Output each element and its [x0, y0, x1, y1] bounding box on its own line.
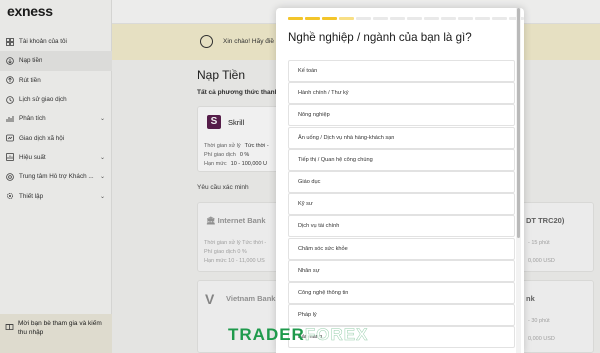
progress-segment — [356, 17, 371, 20]
occupation-modal: Nghề nghiệp / ngành của bạn là gì? Kế to… — [276, 8, 524, 353]
progress-segment — [458, 17, 473, 20]
progress-segment — [339, 17, 354, 20]
progress-segment — [390, 17, 405, 20]
occupation-option[interactable]: Dịch vụ tài chính — [288, 215, 515, 238]
progress-segment — [475, 17, 490, 20]
occupation-option[interactable]: Nhân sự — [288, 259, 515, 282]
modal-scrollbar-thumb[interactable] — [517, 8, 520, 238]
progress-segment — [407, 17, 422, 20]
questionnaire-progress — [288, 17, 524, 20]
occupation-question: Nghề nghiệp / ngành của bạn là gì? — [288, 31, 472, 44]
watermark: TRADERFOREX — [228, 325, 369, 345]
occupation-option[interactable]: Hành chính / Thư ký — [288, 82, 515, 105]
occupation-option[interactable]: Kỹ sư — [288, 193, 515, 216]
progress-segment — [424, 17, 439, 20]
occupation-option[interactable]: Kế toán — [288, 60, 515, 82]
progress-segment — [492, 17, 507, 20]
occupation-option[interactable]: Giáo dục — [288, 170, 515, 193]
progress-segment — [305, 17, 320, 20]
progress-segment — [441, 17, 456, 20]
occupation-option[interactable]: Công nghệ thông tin — [288, 281, 515, 304]
occupation-option[interactable]: Pháp lý — [288, 304, 515, 327]
occupation-option[interactable]: Nông nghiệp — [288, 104, 515, 127]
occupation-options-list: Kế toán Hành chính / Thư ký Nông nghiệp Ăn … — [288, 60, 515, 349]
progress-segment — [322, 17, 337, 20]
progress-segment — [288, 17, 303, 20]
occupation-option[interactable]: Chăm sóc sức khỏe — [288, 237, 515, 260]
progress-segment — [373, 17, 388, 20]
occupation-option[interactable]: Tiếp thị / Quan hệ công chúng — [288, 148, 515, 171]
occupation-option[interactable]: Ăn uống / Dịch vụ nhà hàng-khách sạn — [288, 126, 515, 149]
